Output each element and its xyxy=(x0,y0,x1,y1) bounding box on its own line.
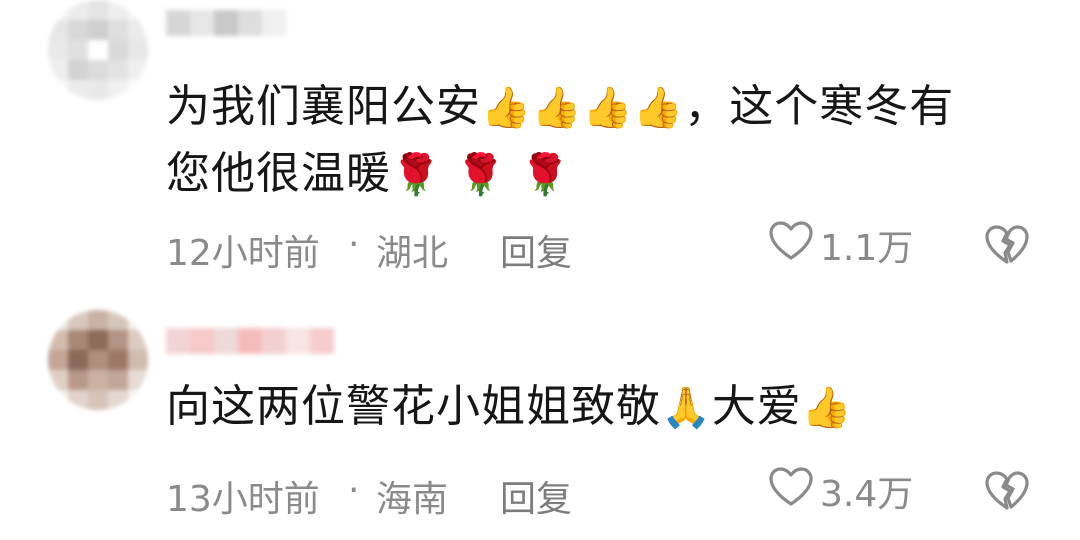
comment-time: 12小时前 xyxy=(166,233,320,274)
comment-text: 为我们襄阳公安👍👍👍👍，这个寒冬有 您他很温暖🌹 🌹 🌹 xyxy=(166,74,1046,208)
comment-meta: 13小时前 · 海南 回复 3.4万 xyxy=(166,466,1036,520)
like-count: 1.1万 xyxy=(820,228,914,269)
comment-location: 海南 xyxy=(376,479,449,520)
comment-text-part: ，这个寒冬有 xyxy=(684,81,955,132)
avatar[interactable] xyxy=(48,0,148,100)
comment-text-part: 向这两位警花小姐姐致敬 xyxy=(166,381,661,432)
comment-location: 湖北 xyxy=(376,233,449,274)
heart-outline-icon xyxy=(768,220,814,271)
thumbs-up-emoji: 👍 xyxy=(801,385,853,431)
separator-dot: · xyxy=(348,224,360,265)
comment-list: 为我们襄阳公安👍👍👍👍，这个寒冬有 您他很温暖🌹 🌹 🌹 12小时前 · 湖北 … xyxy=(0,0,1080,540)
folded-hands-emoji: 🙏 xyxy=(661,385,712,431)
comment-text-part: 您他很温暖 xyxy=(166,148,391,199)
comment-item: 为我们襄阳公安👍👍👍👍，这个寒冬有 您他很温暖🌹 🌹 🌹 12小时前 · 湖北 … xyxy=(0,0,1080,290)
like-count: 3.4万 xyxy=(820,474,914,515)
comment-text: 向这两位警花小姐姐致敬🙏大爱👍 xyxy=(166,374,1046,441)
username[interactable] xyxy=(166,328,334,354)
comment-text-part: 为我们襄阳公安 xyxy=(166,81,481,132)
thumbs-up-emoji: 👍👍👍👍 xyxy=(481,85,685,131)
avatar[interactable] xyxy=(48,310,148,410)
comment-meta: 12小时前 · 湖北 回复 1.1万 xyxy=(166,220,1036,274)
comment-item: 向这两位警花小姐姐致敬🙏大爱👍 13小时前 · 海南 回复 3.4万 xyxy=(0,290,1080,540)
broken-heart-icon[interactable] xyxy=(984,224,1030,275)
username[interactable] xyxy=(166,10,286,36)
rose-emoji: 🌹 🌹 🌹 xyxy=(391,152,571,198)
broken-heart-icon[interactable] xyxy=(984,470,1030,521)
like-button[interactable]: 1.1万 xyxy=(768,220,913,270)
reply-button[interactable]: 回复 xyxy=(500,470,572,522)
comment-time: 13小时前 xyxy=(166,479,320,520)
comment-text-part: 大爱 xyxy=(711,381,802,432)
reply-button[interactable]: 回复 xyxy=(500,224,572,276)
like-button[interactable]: 3.4万 xyxy=(768,466,913,516)
heart-outline-icon xyxy=(768,466,814,517)
separator-dot: · xyxy=(348,470,360,511)
